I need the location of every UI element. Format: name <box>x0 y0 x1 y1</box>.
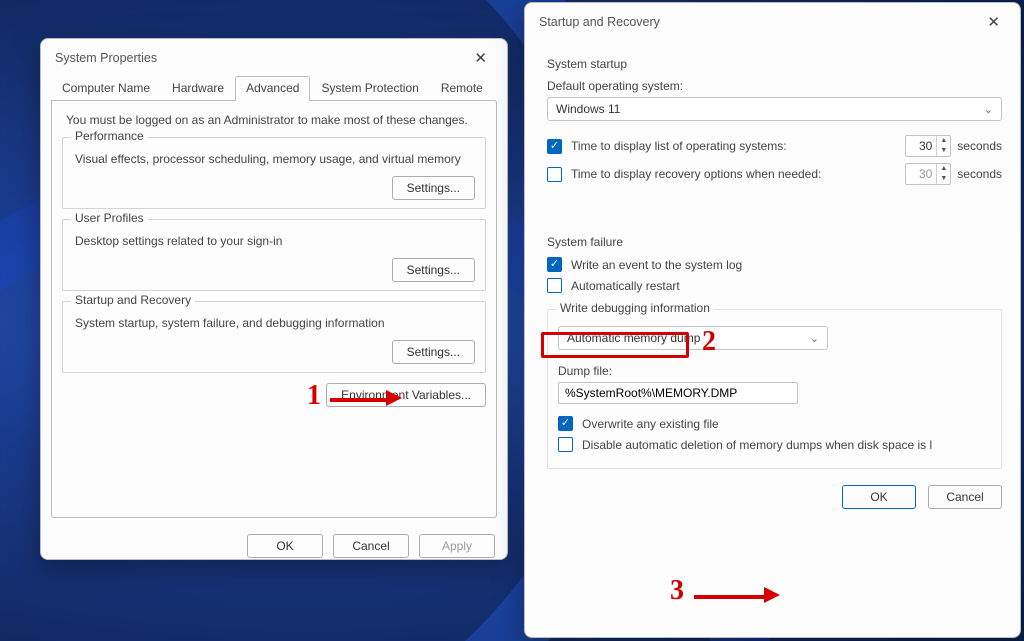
tabs: Computer Name Hardware Advanced System P… <box>41 73 507 100</box>
dump-file-input[interactable] <box>558 382 798 404</box>
desc-user-profiles: Desktop settings related to your sign-in <box>75 234 473 248</box>
desc-performance: Visual effects, processor scheduling, me… <box>75 152 473 166</box>
dump-file-label: Dump file: <box>558 364 991 378</box>
display-os-list-label: Time to display list of operating system… <box>571 139 896 153</box>
spin-down-icon[interactable]: ▼ <box>937 174 950 184</box>
spin-up-icon[interactable]: ▲ <box>937 164 950 174</box>
cancel-button[interactable]: Cancel <box>333 534 409 558</box>
write-event-label: Write an event to the system log <box>571 258 742 272</box>
group-startup-recovery: Startup and Recovery System startup, sys… <box>62 301 486 373</box>
close-icon[interactable]: ✕ <box>981 13 1006 31</box>
tab-remote[interactable]: Remote <box>430 76 494 101</box>
overwrite-checkbox[interactable] <box>558 416 573 431</box>
legend-user-profiles: User Profiles <box>71 211 148 225</box>
default-os-select[interactable]: Windows 11 ⌄ <box>547 97 1002 121</box>
legend-performance: Performance <box>71 129 148 143</box>
legend-startup-recovery: Startup and Recovery <box>71 293 195 307</box>
section-system-startup: System startup <box>547 57 1002 71</box>
titlebar: System Properties ✕ <box>41 39 507 73</box>
performance-settings-button[interactable]: Settings... <box>392 176 475 200</box>
display-recovery-seconds-input[interactable] <box>906 164 936 184</box>
dialog-footer: OK Cancel <box>525 477 1020 523</box>
tab-computer-name[interactable]: Computer Name <box>51 76 161 101</box>
legend-write-debug: Write debugging information <box>556 301 714 315</box>
auto-restart-checkbox[interactable] <box>547 278 562 293</box>
apply-button[interactable]: Apply <box>419 534 495 558</box>
tab-advanced[interactable]: Advanced <box>235 76 310 101</box>
disable-autodelete-checkbox[interactable] <box>558 437 573 452</box>
display-recovery-checkbox[interactable] <box>547 167 562 182</box>
display-os-list-seconds-stepper[interactable]: ▲▼ <box>905 135 951 157</box>
chevron-down-icon: ⌄ <box>984 103 993 116</box>
dialog-title: System Properties <box>55 51 157 65</box>
disable-autodelete-label: Disable automatic deletion of memory dum… <box>582 438 932 452</box>
seconds-label: seconds <box>957 139 1002 153</box>
tab-content: You must be logged on as an Administrato… <box>51 100 497 518</box>
section-system-failure: System failure <box>547 235 1002 249</box>
environment-variables-button[interactable]: Environment Variables... <box>326 383 486 407</box>
close-icon[interactable]: ✕ <box>468 49 493 67</box>
startup-recovery-settings-button[interactable]: Settings... <box>392 340 475 364</box>
default-os-value: Windows 11 <box>556 102 620 116</box>
display-recovery-seconds-stepper[interactable]: ▲▼ <box>905 163 951 185</box>
dialog-title: Startup and Recovery <box>539 15 660 29</box>
dialog-footer: OK Cancel Apply <box>41 526 507 568</box>
debug-dump-select[interactable]: Automatic memory dump ⌄ <box>558 326 828 350</box>
admin-note: You must be logged on as an Administrato… <box>66 113 486 127</box>
overwrite-label: Overwrite any existing file <box>582 417 719 431</box>
system-properties-dialog: System Properties ✕ Computer Name Hardwa… <box>40 38 508 560</box>
tab-system-protection[interactable]: System Protection <box>310 76 429 101</box>
debug-dump-value: Automatic memory dump <box>567 331 700 345</box>
default-os-label: Default operating system: <box>547 79 1002 93</box>
display-os-list-checkbox[interactable] <box>547 139 562 154</box>
ok-button[interactable]: OK <box>247 534 323 558</box>
write-event-checkbox[interactable] <box>547 257 562 272</box>
auto-restart-label: Automatically restart <box>571 279 680 293</box>
tab-hardware[interactable]: Hardware <box>161 76 235 101</box>
seconds-label: seconds <box>957 167 1002 181</box>
display-os-list-seconds-input[interactable] <box>906 136 936 156</box>
startup-recovery-dialog: Startup and Recovery ✕ System startup De… <box>524 2 1021 638</box>
chevron-down-icon: ⌄ <box>810 332 819 345</box>
group-performance: Performance Visual effects, processor sc… <box>62 137 486 209</box>
user-profiles-settings-button[interactable]: Settings... <box>392 258 475 282</box>
desc-startup-recovery: System startup, system failure, and debu… <box>75 316 473 330</box>
ok-button[interactable]: OK <box>842 485 916 509</box>
spin-down-icon[interactable]: ▼ <box>937 146 950 156</box>
display-recovery-label: Time to display recovery options when ne… <box>571 167 896 181</box>
titlebar: Startup and Recovery ✕ <box>525 3 1020 37</box>
cancel-button[interactable]: Cancel <box>928 485 1002 509</box>
spin-up-icon[interactable]: ▲ <box>937 136 950 146</box>
group-user-profiles: User Profiles Desktop settings related t… <box>62 219 486 291</box>
